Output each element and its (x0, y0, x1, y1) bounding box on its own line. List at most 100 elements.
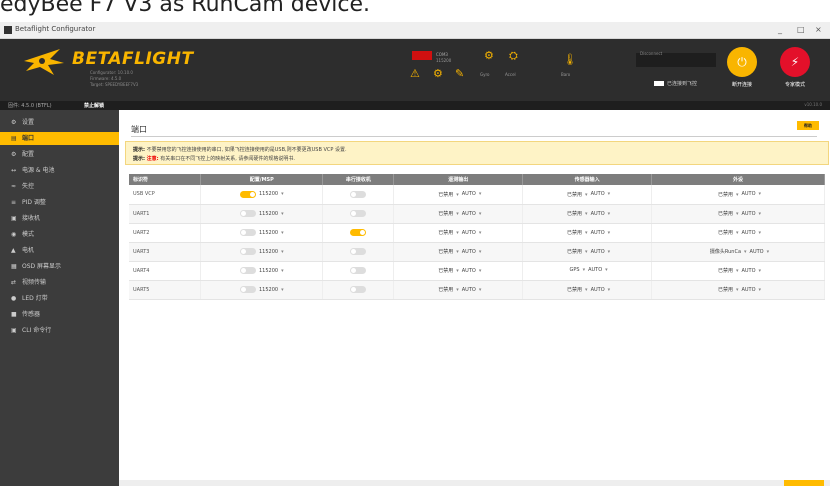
msp-toggle[interactable] (239, 190, 256, 198)
sidebar-item-7[interactable]: ◉ 模式 (0, 228, 119, 241)
sidebar-item-2[interactable]: ⚙ 配置 (0, 148, 119, 161)
baud-value: 115200 (258, 267, 279, 274)
msp-cell: 115200 ▾ (200, 261, 324, 281)
sensor-select[interactable]: 已禁用 ▾ (567, 210, 588, 217)
sensor-rate-select[interactable]: AUTO ▾ (591, 287, 611, 293)
telemetry-select[interactable]: 已禁用 ▾ (438, 191, 459, 198)
minimize-button[interactable]: _ (778, 25, 782, 34)
peripheral-select[interactable]: 已禁用 ▾ (718, 267, 739, 274)
table-row: UART5 115200 ▾ 已禁用 ▾ AUTO ▾ 已禁用 ▾ AUTO ▾ 已禁用 ▾ AUTO ▾ (129, 280, 825, 300)
peripheral-rate-select[interactable]: AUTO ▾ (741, 211, 761, 217)
sensor-rate-select[interactable]: AUTO ▾ (591, 191, 611, 197)
sidebar-item-label: PID 调整 (22, 199, 46, 206)
save-reboot-button[interactable] (784, 480, 824, 486)
baud-select[interactable]: 115200 ▾ (259, 211, 284, 217)
msp-toggle[interactable] (239, 267, 256, 274)
telemetry-rate-select[interactable]: AUTO ▾ (462, 211, 482, 217)
sensor-rate-select[interactable]: AUTO ▾ (591, 249, 611, 255)
peripheral-select[interactable]: 已禁用 ▾ (718, 229, 739, 236)
serial-rx-toggle[interactable] (350, 286, 367, 293)
msp-cell: 115200 ▾ (200, 204, 324, 224)
peripheral-select[interactable]: 摄像头RunCa ▾ (710, 248, 747, 255)
peripheral-rate-select[interactable]: AUTO ▾ (741, 230, 761, 236)
chevron-down-icon: ▾ (585, 211, 588, 217)
note-text-1: 不要禁用您的飞控连接使用的串口, 如果飞控连接使用的是USB,则不要更改USB … (146, 147, 347, 153)
peripheral-rate-select[interactable]: AUTO ▾ (741, 268, 761, 274)
serial-rx-toggle[interactable] (350, 190, 367, 198)
port-id: USB VCP (129, 185, 202, 205)
sensor-rate-select[interactable]: AUTO ▾ (588, 267, 608, 273)
sensor-select[interactable]: 已禁用 ▾ (567, 248, 588, 255)
sidebar-item-icon: ▤ (11, 135, 17, 142)
sidebar-item-3[interactable]: ↔ 电源 & 电池 (0, 164, 119, 177)
baud-select[interactable]: 115200 ▾ (259, 191, 284, 197)
msp-toggle[interactable] (239, 229, 256, 236)
serial-rx-toggle[interactable] (350, 210, 367, 217)
telemetry-rate-select[interactable]: AUTO ▾ (462, 268, 482, 274)
help-button[interactable]: 帮助 (797, 121, 819, 130)
peripheral-rate-select[interactable]: AUTO ▾ (750, 249, 770, 255)
column-header: 标识符 (129, 174, 202, 185)
sidebar-item-icon: ≈ (11, 183, 17, 190)
msp-toggle[interactable] (239, 248, 256, 255)
connect-button[interactable]: ⏻ (727, 47, 757, 77)
sensor-value: GPS (569, 267, 580, 274)
sensor-select[interactable]: 已禁用 ▾ (567, 191, 588, 198)
peripheral-cell: 已禁用 ▾ AUTO ▾ (651, 261, 825, 281)
baud-select[interactable]: 115200 ▾ (259, 249, 284, 255)
rx-cell (322, 261, 395, 281)
sidebar-item-11[interactable]: ● LED 灯带 (0, 292, 119, 305)
sidebar-item-6[interactable]: ▣ 接收机 (0, 212, 119, 225)
sidebar-item-8[interactable]: ▲ 电机 (0, 244, 119, 257)
chevron-down-icon: ▾ (281, 229, 284, 236)
maximize-button[interactable]: □ (797, 25, 805, 34)
baud-select[interactable]: 115200 ▾ (259, 287, 284, 293)
telemetry-value: 已禁用 (438, 191, 454, 198)
baud-select[interactable]: 115200 ▾ (259, 268, 284, 274)
sensor-rate-value: AUTO (590, 248, 605, 255)
serial-rx-toggle[interactable] (350, 248, 367, 255)
telemetry-select[interactable]: 已禁用 ▾ (438, 229, 459, 236)
peripheral-select[interactable]: 已禁用 ▾ (718, 210, 739, 217)
sidebar-item-9[interactable]: ▦ OSD 屏幕显示 (0, 260, 119, 273)
telemetry-select[interactable]: 已禁用 ▾ (438, 248, 459, 255)
sidebar-item-13[interactable]: ▣ CLI 命令行 (0, 324, 119, 337)
close-button[interactable]: × (815, 25, 822, 34)
sidebar-item-5[interactable]: ≡ PID 调整 (0, 196, 119, 209)
telemetry-value: 已禁用 (438, 287, 454, 293)
sensor-select[interactable]: GPS ▾ (570, 267, 586, 273)
peripheral-rate-select[interactable]: AUTO ▾ (741, 191, 761, 197)
port-indicator[interactable] (412, 51, 432, 60)
sidebar-item-1[interactable]: ▤ 端口 (0, 132, 119, 145)
msp-toggle[interactable] (239, 210, 256, 217)
telemetry-select[interactable]: 已禁用 ▾ (438, 210, 459, 217)
sidebar-item-0[interactable]: ⚙ 设置 (0, 116, 119, 129)
sensor-value: 已禁用 (567, 287, 583, 293)
sidebar-item-label: 设置 (22, 119, 35, 126)
msp-toggle[interactable] (239, 286, 256, 293)
sensor-rate-select[interactable]: AUTO ▾ (591, 211, 611, 217)
sensor-rate-value: AUTO (590, 286, 605, 293)
telemetry-rate-select[interactable]: AUTO ▾ (462, 191, 482, 197)
peripheral-select[interactable]: 已禁用 ▾ (718, 191, 739, 198)
serial-rx-toggle[interactable] (350, 229, 367, 236)
peripheral-select[interactable]: 已禁用 ▾ (718, 286, 739, 293)
telemetry-rate-select[interactable]: AUTO ▾ (462, 230, 482, 236)
expert-button[interactable]: ⚡ (780, 47, 810, 77)
telemetry-select[interactable]: 已禁用 ▾ (438, 267, 459, 274)
sidebar-item-12[interactable]: ■ 传感器 (0, 308, 119, 321)
plug-icon: ⏻ (737, 55, 747, 69)
sensor-select[interactable]: 已禁用 ▾ (567, 286, 588, 293)
sidebar-item-4[interactable]: ≈ 失控 (0, 180, 119, 193)
telemetry-rate-select[interactable]: AUTO ▾ (462, 287, 482, 293)
telemetry-rate-select[interactable]: AUTO ▾ (462, 249, 482, 255)
peripheral-rate-select[interactable]: AUTO ▾ (741, 287, 761, 293)
baud-value: 115200 (258, 248, 279, 255)
column-header: 配置/MSP (200, 174, 324, 185)
baud-select[interactable]: 115200 ▾ (259, 230, 284, 236)
serial-rx-toggle[interactable] (350, 267, 367, 274)
sensor-rate-select[interactable]: AUTO ▾ (591, 230, 611, 236)
sensor-select[interactable]: 已禁用 ▾ (567, 229, 588, 236)
sidebar-item-10[interactable]: ⇄ 视频传输 (0, 276, 119, 289)
telemetry-select[interactable]: 已禁用 ▾ (438, 286, 459, 293)
